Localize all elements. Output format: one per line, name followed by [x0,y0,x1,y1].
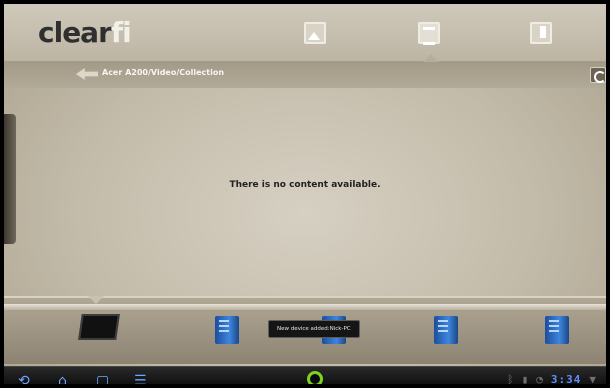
toast-notification: New device added:Nick-PC [268,320,360,338]
launcher-icon[interactable] [307,371,323,384]
top-bar: clearfi [4,4,606,62]
breadcrumb: Acer A200/Video/Collection [102,68,225,77]
menu-icon[interactable]: ☰ [134,374,147,384]
selected-device-indicator [88,296,104,304]
media-server-icon[interactable] [545,316,569,344]
wifi-icon: ◔ [536,372,543,386]
media-server-icon[interactable] [215,316,239,344]
back-icon[interactable]: ⟲ [18,374,30,384]
side-drawer-handle[interactable] [4,114,16,244]
clock: 3:34 [550,372,582,386]
clearfi-logo: clearfi [38,16,132,49]
bluetooth-icon: ᛒ [507,372,514,386]
media-server-icon[interactable] [434,316,458,344]
logo-text-right: fi [110,16,132,49]
device-shelf [4,304,606,310]
recent-apps-icon[interactable]: ▢ [96,374,109,384]
screen-frame: clearfi Acer A200/Video/Collection There… [0,0,610,388]
photo-tab[interactable] [304,22,326,44]
logo-text-left: clear [38,16,112,49]
video-tab[interactable] [418,22,440,45]
signal-icon: ▼ [589,372,596,386]
refresh-button[interactable] [590,67,606,83]
music-tab[interactable] [530,22,552,44]
empty-state-message: There is no content available. [229,180,381,190]
local-device-monitor-icon[interactable] [78,314,120,340]
home-icon[interactable]: ⌂ [58,374,67,384]
selected-tab-indicator [423,54,439,62]
breadcrumb-bar: Acer A200/Video/Collection [4,62,606,88]
status-icons: ᛒ ▮ ◔ 3:34 ▼ [507,370,596,386]
back-arrow-icon[interactable] [76,68,98,80]
battery-icon: ▮ [521,372,529,386]
